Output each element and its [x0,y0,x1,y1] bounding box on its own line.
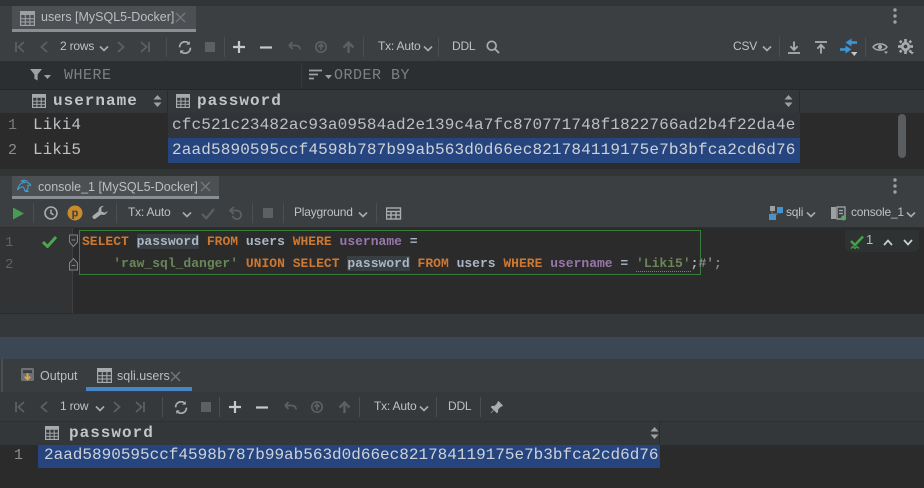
svg-text:p: p [72,208,79,220]
